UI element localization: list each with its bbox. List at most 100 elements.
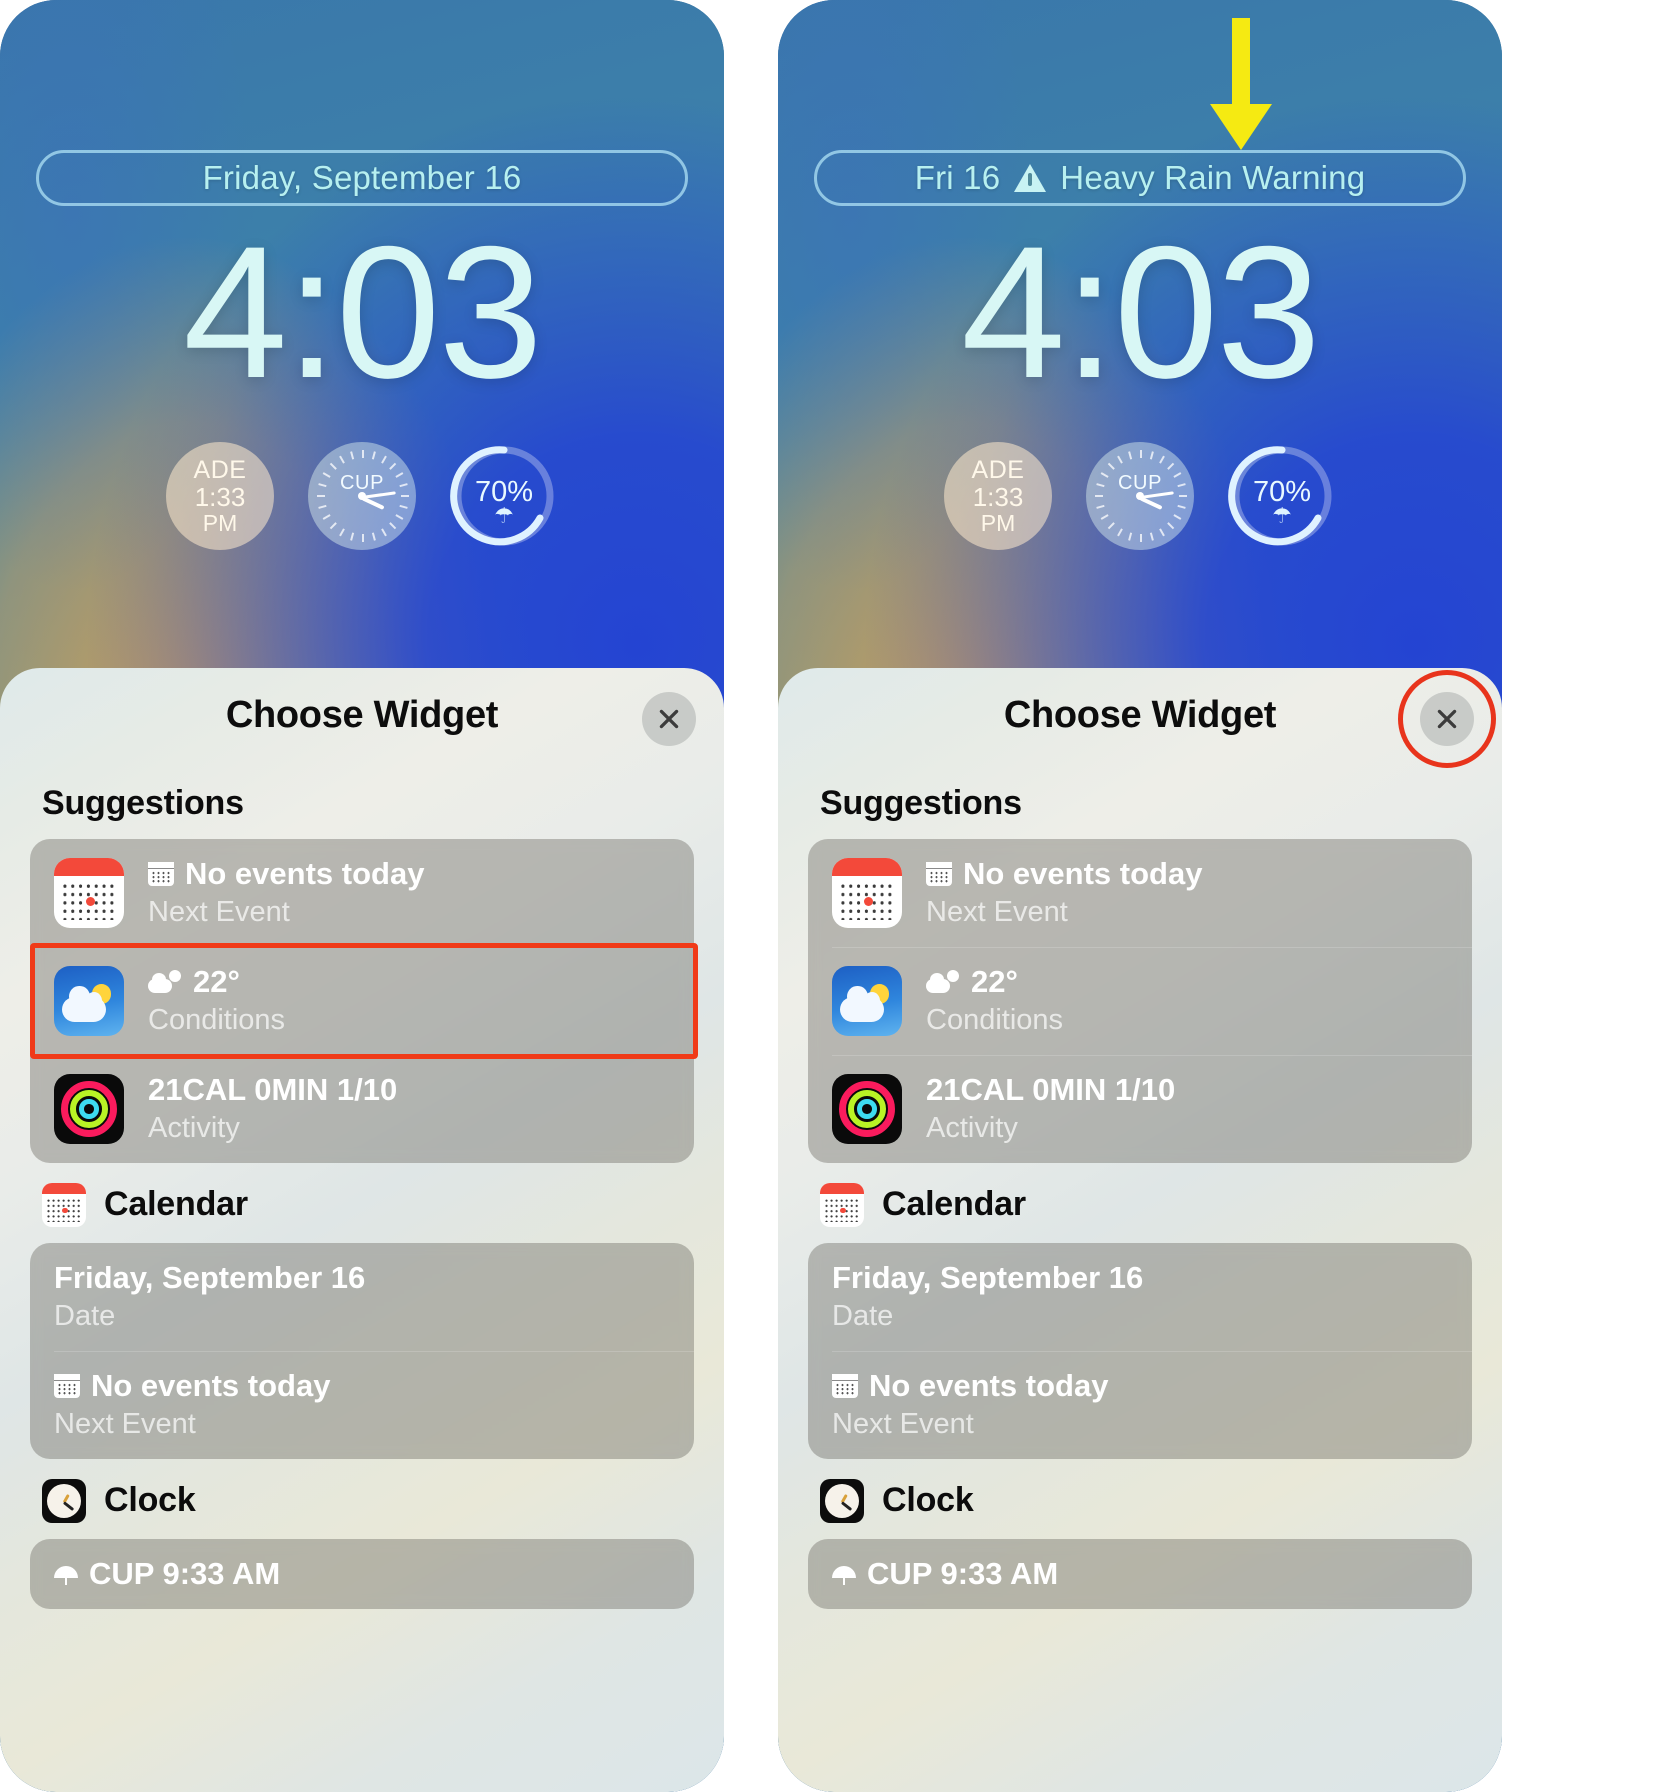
row-title: No events today xyxy=(926,856,1203,891)
partly-cloudy-icon xyxy=(148,970,182,994)
umbrella-icon: ☂ xyxy=(494,503,514,528)
date-widget-pill[interactable]: Friday, September 16 xyxy=(36,150,688,206)
section-app-name: Calendar xyxy=(104,1185,248,1224)
row-title-text: Friday, September 16 xyxy=(54,1259,366,1295)
widget-list-row[interactable]: No events today Next Event xyxy=(30,1350,694,1459)
widget-list-card: Friday, September 16 Date No events today N… xyxy=(30,1242,694,1459)
lock-screen-clock: 4:03 xyxy=(961,207,1321,417)
activity-icon-stand-ring xyxy=(79,1099,99,1119)
calendar-icon-header xyxy=(42,1182,86,1195)
rain-chance-widget[interactable]: 70% ☂ xyxy=(450,442,558,550)
warning-triangle-icon xyxy=(1014,164,1047,192)
date-widget-pill[interactable]: Fri 16 Heavy Rain Warning xyxy=(814,150,1466,206)
widget-list-row[interactable]: CUP 9:33 AM xyxy=(808,1539,1472,1609)
clock-app-icon xyxy=(820,1478,864,1523)
phone-panel-right: Fri 16 Heavy Rain Warning 4:03 ADE 1:33 PM CUP… xyxy=(778,0,1502,1792)
ade-widget-line-3: PM xyxy=(980,510,1016,537)
row-subtitle: Next Event xyxy=(926,896,1068,929)
widget-list-row[interactable]: CUP 9:33 AM xyxy=(30,1539,694,1609)
row-texts: 22° Conditions xyxy=(926,964,1064,1037)
calendar-glyph-icon xyxy=(832,1373,858,1398)
cup-clock-widget[interactable]: CUP xyxy=(308,442,416,550)
phone-panel-left: Friday, September 16 4:03 ADE 1:33 PM CUP 70% ☂… xyxy=(0,0,724,1792)
widget-list-row[interactable]: 21CAL 0MIN 1/10 Activity xyxy=(808,1054,1472,1163)
panel-gap xyxy=(742,0,760,1792)
row-title-text: 21CAL 0MIN 1/10 xyxy=(926,1071,1176,1107)
row-subtitle: Date xyxy=(832,1300,894,1333)
row-texts: No events today Next Event xyxy=(832,1368,1108,1441)
row-title: CUP 9:33 AM xyxy=(832,1555,1059,1591)
section-header-calendar: Calendar xyxy=(778,1163,1502,1243)
calendar-app-icon xyxy=(54,857,124,928)
clock-app-icon xyxy=(42,1478,86,1523)
sheet-header: Choose Widget xyxy=(778,668,1502,768)
sheet-title: Choose Widget xyxy=(225,693,499,736)
widget-list-card: No events today Next Event 22° Conditions 21… xyxy=(30,839,694,1163)
lock-screen-widget-row: ADE 1:33 PM CUP 70% ☂ xyxy=(778,442,1502,550)
widget-list-row[interactable]: 22° Conditions xyxy=(30,946,694,1055)
sun-shape xyxy=(947,970,959,983)
calendar-glyph-icon xyxy=(926,862,952,887)
calendar-glyph-icon xyxy=(54,1373,80,1398)
row-subtitle: Next Event xyxy=(832,1408,974,1441)
row-title-text: No events today xyxy=(963,856,1203,891)
widget-list-row[interactable]: 21CAL 0MIN 1/10 Activity xyxy=(30,1054,694,1163)
date-text: Friday, September 16 xyxy=(202,159,522,196)
date-text: Fri 16 xyxy=(914,159,1001,196)
activity-app-icon xyxy=(54,1073,124,1144)
clock-widget-pivot xyxy=(1136,492,1144,500)
ade-widget-line-1: ADE xyxy=(193,455,247,484)
row-subtitle: Conditions xyxy=(926,1004,1064,1037)
clock-icon-minute-hand xyxy=(841,1501,853,1511)
section-header-clock: Clock xyxy=(0,1459,724,1539)
row-title: 21CAL 0MIN 1/10 xyxy=(148,1071,398,1107)
choose-widget-sheet: Choose Widget Suggestions No events today N… xyxy=(778,668,1502,1792)
calendar-icon-header xyxy=(832,857,902,877)
ade-widget-line-1: ADE xyxy=(971,455,1025,484)
clock-icon-face xyxy=(46,1483,82,1519)
lock-screen-area: Friday, September 16 4:03 ADE 1:33 PM CUP 70% ☂ xyxy=(0,0,724,672)
widget-list-row[interactable]: Friday, September 16 Date xyxy=(808,1243,1472,1351)
calendar-glyph-icon xyxy=(148,862,174,887)
section-header-suggestions: Suggestions xyxy=(820,784,1022,822)
clock-widget-pivot xyxy=(358,492,366,500)
row-subtitle: Date xyxy=(54,1300,116,1333)
widget-list-row[interactable]: No events today Next Event xyxy=(30,839,694,947)
widget-list-card: Friday, September 16 Date No events today N… xyxy=(808,1242,1472,1459)
ade-reminder-widget[interactable]: ADE 1:33 PM xyxy=(944,442,1052,550)
row-subtitle: Next Event xyxy=(148,896,290,929)
lock-screen-area: Fri 16 Heavy Rain Warning 4:03 ADE 1:33 PM CUP… xyxy=(778,0,1502,672)
row-subtitle: Conditions xyxy=(148,1004,286,1037)
screenshot-stage: Friday, September 16 4:03 ADE 1:33 PM CUP 70% ☂… xyxy=(0,0,1666,1792)
row-title: No events today xyxy=(54,1367,331,1403)
calendar-icon-header xyxy=(54,857,124,877)
widget-list-row[interactable]: Friday, September 16 Date xyxy=(30,1243,694,1351)
row-texts: CUP 9:33 AM xyxy=(54,1556,280,1591)
row-texts: 21CAL 0MIN 1/10 Activity xyxy=(148,1071,398,1145)
close-button[interactable] xyxy=(1420,692,1474,746)
choose-widget-sheet: Choose Widget Suggestions No events today N… xyxy=(0,668,724,1792)
close-button[interactable] xyxy=(642,692,696,746)
cup-clock-widget[interactable]: CUP xyxy=(1086,442,1194,550)
widget-list-row[interactable]: No events today Next Event xyxy=(808,839,1472,947)
ade-widget-line-2: 1:33 xyxy=(972,481,1024,512)
row-title-text: No events today xyxy=(91,1367,331,1403)
section-app-name: Clock xyxy=(882,1481,974,1520)
rain-chance-widget[interactable]: 70% ☂ xyxy=(1228,442,1336,550)
ade-reminder-widget[interactable]: ADE 1:33 PM xyxy=(166,442,274,550)
row-title-text: 21CAL 0MIN 1/10 xyxy=(148,1071,398,1107)
widget-list-row[interactable]: 22° Conditions xyxy=(808,946,1472,1055)
activity-app-icon xyxy=(832,1073,902,1144)
umbrella-icon: ☂ xyxy=(1272,503,1292,528)
widget-list-card: CUP 9:33 AM xyxy=(30,1538,694,1610)
section-app-name: Calendar xyxy=(882,1185,1026,1224)
row-title: 22° xyxy=(926,964,1063,999)
row-title-text: CUP 9:33 AM xyxy=(867,1555,1059,1591)
calendar-icon-header xyxy=(820,1182,864,1195)
widget-list-card: CUP 9:33 AM xyxy=(808,1538,1472,1610)
calendar-app-icon xyxy=(42,1182,86,1227)
umbrella-icon xyxy=(832,1562,856,1586)
row-texts: No events today Next Event xyxy=(148,856,424,929)
ade-widget-line-3: PM xyxy=(202,510,238,537)
widget-list-row[interactable]: No events today Next Event xyxy=(808,1350,1472,1459)
